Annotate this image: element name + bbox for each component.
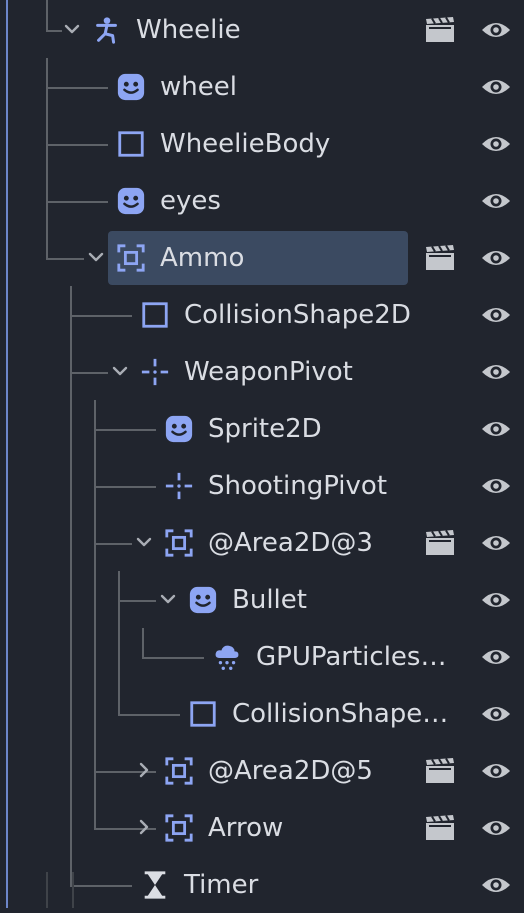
chevron-down-icon[interactable] — [63, 20, 81, 38]
tree-item[interactable]: Timer — [0, 856, 524, 913]
tree-item[interactable]: @Area2D@5 — [0, 742, 524, 799]
chevron-down-icon[interactable] — [159, 590, 177, 608]
scene-instance-icon[interactable] — [424, 814, 456, 842]
node-label: Ammo — [160, 243, 245, 273]
chevron-down-icon[interactable] — [135, 533, 153, 551]
tree-item[interactable]: WheelieBody — [0, 115, 524, 172]
visibility-eye-icon[interactable] — [480, 531, 512, 555]
node-label: Sprite2D — [208, 414, 322, 444]
visibility-eye-icon[interactable] — [480, 474, 512, 498]
node-label: CollisionShape2D — [184, 300, 411, 330]
collision-shape-icon — [118, 131, 144, 157]
visibility-eye-icon[interactable] — [480, 132, 512, 156]
visibility-eye-icon[interactable] — [480, 360, 512, 384]
chevron-down-icon[interactable] — [111, 362, 129, 380]
tree-item[interactable]: CollisionShape2D — [0, 286, 524, 343]
sprite-icon — [117, 73, 145, 101]
node-label: wheel — [160, 72, 237, 102]
visibility-eye-icon[interactable] — [480, 588, 512, 612]
area-icon — [165, 529, 193, 557]
tree-item[interactable]: wheel — [0, 58, 524, 115]
sprite-icon — [117, 187, 145, 215]
tree-item[interactable]: Sprite2D — [0, 400, 524, 457]
visibility-eye-icon[interactable] — [480, 816, 512, 840]
selection-highlight — [108, 231, 408, 285]
node-label: @Area2D@3 — [208, 528, 373, 558]
node-label: CollisionShape… — [232, 699, 449, 729]
node-label: GPUParticles… — [256, 642, 447, 672]
node-label: Wheelie — [136, 15, 241, 45]
visibility-eye-icon[interactable] — [480, 189, 512, 213]
tree-item[interactable]: Wheelie — [0, 1, 524, 58]
marker-icon — [165, 472, 193, 500]
tree-item[interactable]: Bullet — [0, 571, 524, 628]
node-label: WheelieBody — [160, 129, 331, 159]
visibility-eye-icon[interactable] — [480, 18, 512, 42]
sprite-icon — [165, 415, 193, 443]
scene-instance-icon[interactable] — [424, 529, 456, 557]
tree-item[interactable]: Arrow — [0, 799, 524, 856]
scene-tree: Wheelie wheel WheelieBody eyes Ammo Collision… — [0, 0, 524, 908]
timer-icon — [144, 871, 166, 899]
tree-item[interactable]: CollisionShape… — [0, 685, 524, 742]
tree-item[interactable]: WeaponPivot — [0, 343, 524, 400]
visibility-eye-icon[interactable] — [480, 75, 512, 99]
visibility-eye-icon[interactable] — [480, 759, 512, 783]
node-label: @Area2D@5 — [208, 756, 373, 786]
tree-item[interactable]: ShootingPivot — [0, 457, 524, 514]
node-label: eyes — [160, 186, 221, 216]
tree-item[interactable]: GPUParticles… — [0, 628, 524, 685]
node-label: WeaponPivot — [184, 357, 353, 387]
chevron-down-icon[interactable] — [87, 248, 105, 266]
area-icon — [117, 244, 145, 272]
node-label: ShootingPivot — [208, 471, 388, 501]
scene-instance-icon[interactable] — [424, 757, 456, 785]
collision-shape-icon — [190, 701, 216, 727]
tree-item[interactable]: Ammo — [0, 229, 524, 286]
tree-item[interactable]: @Area2D@3 — [0, 514, 524, 571]
scene-instance-icon[interactable] — [424, 244, 456, 272]
node-label: Arrow — [208, 813, 284, 843]
visibility-eye-icon[interactable] — [480, 417, 512, 441]
tree-item[interactable]: eyes — [0, 172, 524, 229]
node-label: Bullet — [232, 585, 307, 615]
character-body-icon — [96, 17, 117, 44]
chevron-right-icon[interactable] — [135, 818, 153, 836]
marker-icon — [141, 358, 169, 386]
chevron-right-icon[interactable] — [135, 761, 153, 779]
visibility-eye-icon[interactable] — [480, 645, 512, 669]
visibility-eye-icon[interactable] — [480, 702, 512, 726]
area-icon — [165, 814, 193, 842]
node-label: Timer — [184, 870, 259, 900]
visibility-eye-icon[interactable] — [480, 873, 512, 897]
visibility-eye-icon[interactable] — [480, 303, 512, 327]
scene-instance-icon[interactable] — [424, 16, 456, 44]
particles-icon — [215, 645, 239, 670]
area-icon — [165, 757, 193, 785]
sprite-icon — [189, 586, 217, 614]
visibility-eye-icon[interactable] — [480, 246, 512, 270]
collision-shape-icon — [142, 302, 168, 328]
